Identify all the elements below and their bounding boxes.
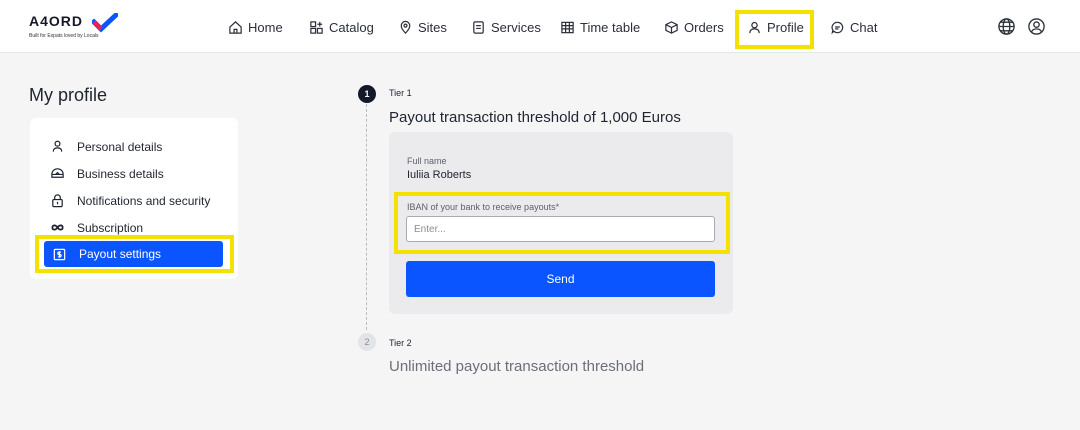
wallet-dollar-icon: [53, 248, 66, 260]
user-icon: [749, 21, 760, 33]
sidebar-item-label: Personal details: [77, 139, 163, 154]
user-icon: [52, 140, 63, 152]
nav-chat[interactable]: Chat: [830, 17, 877, 37]
sidebar-item-label: Payout settings: [79, 247, 162, 261]
brand-name: A4ORD: [29, 13, 84, 29]
sidebar-item-label: Notifications and security: [77, 193, 211, 208]
calendar-grid-icon: [561, 21, 574, 33]
tier-1-label: Tier 1: [389, 88, 412, 98]
nav-sites-label: Sites: [418, 19, 447, 35]
nav-catalog-label: Catalog: [329, 19, 374, 35]
sidebar-item-personal-details[interactable]: Personal details: [44, 133, 224, 160]
brand-logo[interactable]: A4ORD Built for Expats loved by Locals: [29, 13, 129, 43]
tier-1-step-marker: 1: [358, 85, 376, 103]
services-icon: [473, 20, 484, 34]
nav-home[interactable]: Home: [228, 17, 283, 37]
nav-home-label: Home: [248, 19, 283, 35]
catalog-icon: [310, 20, 323, 34]
nav-catalog[interactable]: Catalog: [309, 17, 374, 37]
nav-orders[interactable]: Orders: [664, 17, 724, 37]
page-title: My profile: [29, 85, 108, 105]
map-pin-icon: [400, 20, 411, 34]
nav-chat-label: Chat: [850, 19, 878, 35]
sidebar-item-label: Subscription: [77, 220, 144, 235]
home-icon: [229, 20, 242, 34]
full-name-value: Iuliia Roberts: [407, 169, 472, 181]
brand-tagline: Built for Expats loved by Locals: [29, 33, 99, 39]
infinity-icon: [51, 224, 64, 231]
stepper-connector: [366, 104, 367, 330]
top-navigation-bar: A4ORD Built for Expats loved by Locals H…: [0, 0, 1080, 53]
tier-2-label: Tier 2: [389, 338, 412, 348]
tier-1-title: Payout transaction threshold of 1,000 Eu…: [389, 109, 681, 126]
tier-2-step-marker: 2: [358, 333, 376, 351]
sidebar-item-label: Business details: [77, 166, 164, 181]
nav-services[interactable]: Services: [471, 17, 541, 37]
globe-icon[interactable]: [997, 17, 1016, 36]
iban-input[interactable]: [406, 216, 715, 242]
brand-check-icon: [92, 13, 118, 33]
nav-sites[interactable]: Sites: [398, 17, 447, 37]
iban-label: IBAN of your bank to receive payouts*: [407, 202, 560, 212]
sidebar-item-notifications-security[interactable]: Notifications and security: [44, 187, 224, 214]
box-icon: [665, 20, 678, 34]
nav-orders-label: Orders: [684, 19, 724, 35]
tier-2-title: Unlimited payout transaction threshold: [389, 358, 645, 375]
nav-timetable[interactable]: Time table: [560, 17, 640, 37]
sidebar-item-payout-settings[interactable]: Payout settings: [44, 241, 223, 267]
send-button[interactable]: Send: [406, 261, 715, 297]
full-name-label: Full name: [407, 156, 447, 166]
sidebar-item-business-details[interactable]: Business details: [44, 160, 224, 187]
lock-icon: [52, 194, 63, 208]
nav-services-label: Services: [491, 19, 541, 35]
chat-icon: [831, 21, 844, 34]
account-icon[interactable]: [1027, 17, 1046, 36]
handshake-icon: [51, 168, 64, 178]
nav-timetable-label: Time table: [580, 19, 641, 35]
nav-profile[interactable]: Profile: [747, 17, 804, 37]
nav-profile-label: Profile: [767, 19, 804, 35]
